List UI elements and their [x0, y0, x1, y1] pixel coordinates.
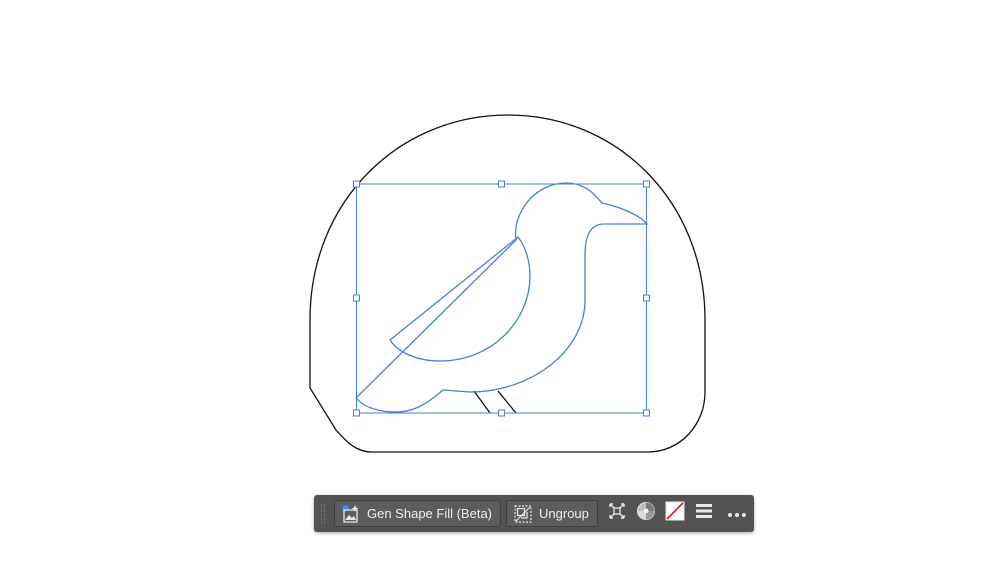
handle-bottom-right[interactable]: [643, 409, 650, 417]
gen-shape-fill-button[interactable]: Gen Shape Fill (Beta): [334, 500, 502, 527]
align-menu-icon: [695, 502, 713, 525]
contextual-task-bar: Gen Shape Fill (Beta) Ungroup: [314, 495, 754, 532]
ungroup-button[interactable]: Ungroup: [506, 500, 598, 527]
bird-legs-shape[interactable]: [473, 390, 517, 414]
handle-top-left[interactable]: [353, 180, 360, 188]
artboard-canvas[interactable]: [0, 0, 999, 562]
handle-middle-left[interactable]: [353, 294, 360, 302]
taskbar-drag-handle[interactable]: [318, 503, 328, 525]
more-options-icon: [727, 505, 747, 523]
grip-dots: [321, 503, 325, 524]
gen-shape-fill-label: Gen Shape Fill (Beta): [367, 506, 493, 521]
handle-top-center[interactable]: [498, 180, 505, 188]
isolate-selection-button[interactable]: [603, 500, 631, 527]
handle-middle-right[interactable]: [643, 294, 650, 302]
more-options-button[interactable]: [723, 500, 751, 527]
handle-bottom-center[interactable]: [498, 409, 505, 417]
gen-shape-fill-icon: [341, 504, 361, 524]
bird-body-shape[interactable]: [355, 182, 649, 413]
recolor-button[interactable]: [632, 500, 660, 527]
fill-none-swatch-icon: [665, 501, 685, 526]
fill-color-button[interactable]: [661, 500, 689, 527]
handle-top-right[interactable]: [643, 180, 650, 188]
selection-bounding-box[interactable]: [356, 183, 647, 414]
dome-frame-shape[interactable]: [309, 114, 706, 453]
handle-bottom-left[interactable]: [353, 409, 360, 417]
ungroup-label: Ungroup: [539, 506, 589, 521]
align-menu-button[interactable]: [690, 500, 718, 527]
bird-wing-shape[interactable]: [389, 236, 531, 362]
ungroup-icon: [513, 504, 533, 524]
isolate-selection-icon: [608, 502, 626, 525]
recolor-icon: [636, 501, 656, 526]
